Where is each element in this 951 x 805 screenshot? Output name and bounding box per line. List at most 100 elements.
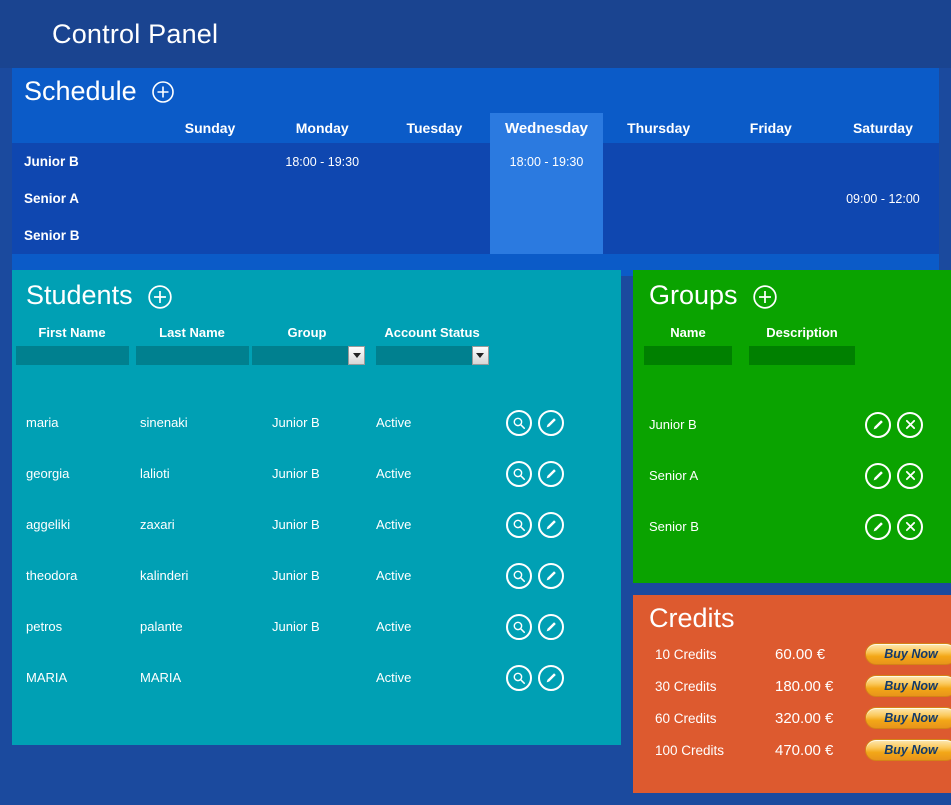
student-actions — [502, 652, 621, 703]
search-icon[interactable] — [506, 409, 532, 436]
buy-now-button[interactable]: Buy Now — [865, 643, 951, 665]
student-last-name: sinenaki — [140, 415, 188, 430]
buy-now-button[interactable]: Buy Now — [865, 739, 951, 761]
schedule-cell[interactable] — [602, 180, 715, 217]
pencil-icon[interactable] — [538, 562, 564, 589]
schedule-cell[interactable] — [826, 143, 939, 180]
students-filter-group-cell — [252, 346, 365, 369]
schedule-cell[interactable] — [602, 143, 715, 180]
schedule-cell[interactable] — [826, 217, 939, 254]
pencil-icon[interactable] — [865, 513, 891, 540]
pencil-icon[interactable] — [538, 664, 564, 691]
add-student-plus-circle-icon[interactable] — [147, 284, 172, 309]
chevron-down-icon[interactable] — [348, 346, 365, 365]
schedule-day-sunday[interactable]: Sunday — [154, 113, 267, 143]
search-icon[interactable] — [506, 460, 532, 487]
schedule-cell[interactable] — [714, 180, 827, 217]
group-name: Senior A — [649, 468, 699, 483]
students-filter-first-name-input[interactable] — [15, 346, 129, 365]
group-actions — [861, 450, 951, 501]
search-icon[interactable] — [506, 664, 532, 691]
table-row[interactable]: aggeliki zaxari Junior B Active — [12, 499, 621, 550]
schedule-day-friday[interactable]: Friday — [714, 113, 827, 143]
schedule-cell[interactable] — [154, 143, 267, 180]
pencil-icon[interactable] — [865, 411, 891, 438]
table-row[interactable]: maria sinenaki Junior B Active — [12, 397, 621, 448]
schedule-cell[interactable] — [602, 217, 715, 254]
students-filter-account-status-select[interactable] — [375, 346, 489, 365]
student-last-name: lalioti — [140, 466, 170, 481]
close-icon[interactable] — [897, 411, 923, 438]
group-name: Junior B — [649, 417, 697, 432]
student-account-status: Active — [376, 466, 412, 481]
students-filter-last-name-cell — [132, 346, 252, 369]
schedule-row-label: Senior A — [12, 180, 154, 217]
groups-filter-description-input[interactable] — [749, 346, 855, 365]
table-row[interactable]: Junior B — [633, 399, 951, 450]
credits-action-cell: Buy Now — [865, 638, 951, 670]
student-account-status: Active — [376, 619, 412, 634]
schedule-cell[interactable]: 09:00 - 12:00 — [826, 180, 939, 217]
schedule-title: Schedule — [24, 76, 137, 106]
schedule-cell[interactable]: 18:00 - 19:30 — [490, 143, 603, 180]
chevron-down-icon[interactable] — [471, 346, 489, 365]
schedule-cell[interactable] — [378, 180, 491, 217]
table-row[interactable]: MARIA MARIA Active — [12, 652, 621, 703]
schedule-cell[interactable] — [490, 217, 603, 254]
schedule-cell[interactable] — [378, 217, 491, 254]
student-first-name: georgia — [26, 466, 70, 481]
schedule-day-thursday[interactable]: Thursday — [602, 113, 715, 143]
schedule-cell[interactable]: 18:00 - 19:30 — [266, 143, 379, 180]
buy-now-button[interactable]: Buy Now — [865, 707, 951, 729]
groups-filter-name-input[interactable] — [644, 346, 732, 365]
schedule-day-saturday[interactable]: Saturday — [826, 113, 939, 143]
close-icon[interactable] — [897, 462, 923, 489]
schedule-cell[interactable] — [154, 180, 267, 217]
pencil-icon[interactable] — [538, 613, 564, 640]
schedule-cell[interactable] — [154, 217, 267, 254]
schedule-cell[interactable] — [490, 180, 603, 217]
pencil-icon[interactable] — [538, 511, 564, 538]
schedule-cell[interactable] — [714, 217, 827, 254]
groups-header: Name Description — [633, 325, 951, 399]
search-icon[interactable] — [506, 562, 532, 589]
students-filter-status-cell — [362, 346, 502, 369]
pencil-icon[interactable] — [538, 460, 564, 487]
close-icon[interactable] — [897, 513, 923, 540]
add-schedule-plus-circle-icon[interactable] — [151, 80, 175, 104]
schedule-cell[interactable] — [266, 180, 379, 217]
schedule-cell[interactable] — [714, 143, 827, 180]
schedule-day-wednesday[interactable]: Wednesday — [490, 113, 603, 143]
students-title: Students — [26, 280, 133, 310]
main-content: Students First Name Last Name Group Acco… — [0, 258, 951, 805]
search-icon[interactable] — [506, 613, 532, 640]
table-row[interactable]: Senior B — [633, 501, 951, 552]
table-row[interactable]: petros palante Junior B Active — [12, 601, 621, 652]
table-row[interactable]: theodora kalinderi Junior B Active — [12, 550, 621, 601]
groups-col-actions — [861, 325, 951, 346]
credits-action-cell: Buy Now — [865, 670, 951, 702]
student-first-name: petros — [26, 619, 63, 634]
pencil-icon[interactable] — [865, 462, 891, 489]
right-column: Groups Name Description Junior B Senior … — [633, 270, 951, 793]
table-row[interactable]: Senior A — [633, 450, 951, 501]
buy-now-button[interactable]: Buy Now — [865, 675, 951, 697]
schedule-cell[interactable] — [266, 217, 379, 254]
groups-filter-actions-cell — [861, 346, 951, 369]
add-group-plus-circle-icon[interactable] — [752, 284, 777, 309]
student-actions — [502, 550, 621, 601]
students-panel: Students First Name Last Name Group Acco… — [12, 270, 621, 745]
student-account-status: Active — [376, 415, 412, 430]
students-filter-group-select[interactable] — [252, 346, 365, 365]
search-icon[interactable] — [506, 511, 532, 538]
students-table: First Name Last Name Group Account Statu… — [12, 325, 621, 703]
schedule-day-monday[interactable]: Monday — [266, 113, 379, 143]
table-row[interactable]: georgia lalioti Junior B Active — [12, 448, 621, 499]
schedule-cell[interactable] — [378, 143, 491, 180]
schedule-day-tuesday[interactable]: Tuesday — [378, 113, 491, 143]
credits-price: 470.00 € — [775, 741, 834, 759]
credits-action-cell: Buy Now — [865, 734, 951, 766]
schedule-corner-cell — [12, 113, 154, 143]
students-filter-last-name-input[interactable] — [135, 346, 249, 365]
pencil-icon[interactable] — [538, 409, 564, 436]
